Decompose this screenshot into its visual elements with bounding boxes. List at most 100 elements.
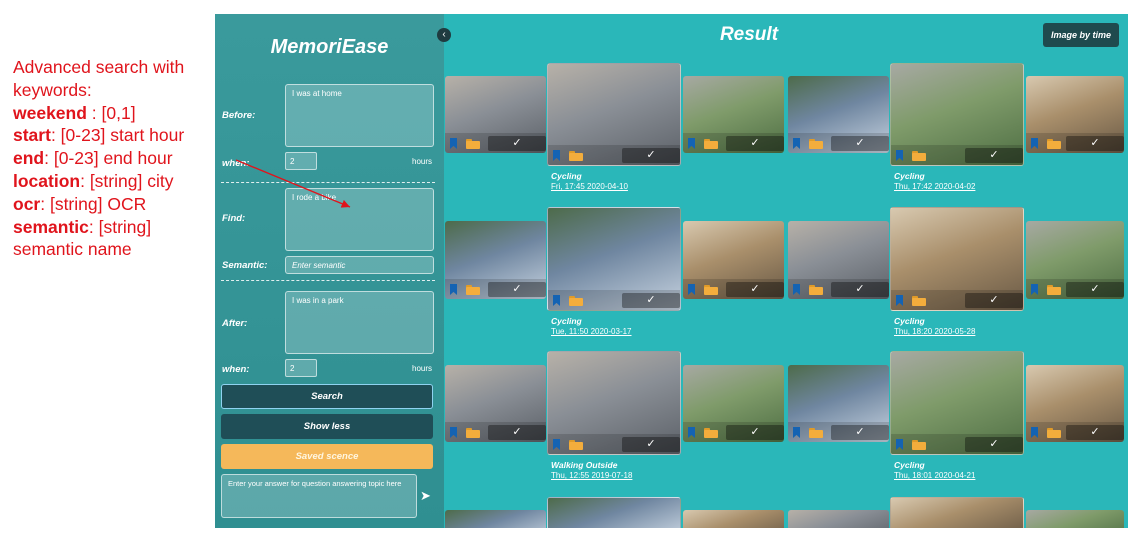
result-image[interactable]: ✓ xyxy=(1026,221,1124,299)
annotation-text: Advanced search with keywords: weekend :… xyxy=(13,56,213,261)
event-date-link[interactable]: Fri, 17:45 2020-04-10 xyxy=(551,182,628,191)
bookmark-icon[interactable] xyxy=(553,439,560,450)
chevron-left-icon[interactable]: ‹ xyxy=(437,28,451,42)
bookmark-icon[interactable] xyxy=(1031,138,1038,149)
image-toolbar: ✓ xyxy=(683,422,784,442)
folder-icon[interactable] xyxy=(704,285,718,295)
show-less-button[interactable]: Show less xyxy=(221,414,433,439)
event-date-link[interactable]: Thu, 18:20 2020-05-28 xyxy=(894,327,975,336)
result-image[interactable]: ✓ xyxy=(547,63,681,166)
result-image[interactable]: ✓ xyxy=(547,351,681,455)
check-icon[interactable]: ✓ xyxy=(965,148,1023,163)
bookmark-icon[interactable] xyxy=(450,427,457,438)
bookmark-icon[interactable] xyxy=(793,427,800,438)
folder-icon[interactable] xyxy=(912,296,926,306)
semantic-input[interactable]: Enter semantic xyxy=(285,256,434,274)
qa-answer-input[interactable]: Enter your answer for question answering… xyxy=(221,474,417,518)
bookmark-icon[interactable] xyxy=(896,150,903,161)
bookmark-icon[interactable] xyxy=(688,427,695,438)
check-icon[interactable]: ✓ xyxy=(1066,425,1124,440)
before-input[interactable]: I was at home xyxy=(285,84,434,147)
bookmark-icon[interactable] xyxy=(688,138,695,149)
result-image[interactable]: ✓ xyxy=(890,351,1024,455)
event-date-link[interactable]: Thu, 17:42 2020-04-02 xyxy=(894,182,975,191)
result-image[interactable]: ✓ xyxy=(1026,365,1124,442)
folder-icon[interactable] xyxy=(1047,285,1061,295)
result-image[interactable] xyxy=(1026,510,1124,528)
find-input[interactable]: I rode a bike xyxy=(285,188,434,251)
result-image[interactable] xyxy=(890,497,1024,528)
result-image[interactable]: ✓ xyxy=(445,365,546,442)
folder-icon[interactable] xyxy=(466,139,480,149)
check-icon[interactable]: ✓ xyxy=(1066,136,1124,151)
check-icon[interactable]: ✓ xyxy=(488,425,546,440)
bookmark-icon[interactable] xyxy=(1031,427,1038,438)
event-date-link[interactable]: Thu, 12:55 2019-07-18 xyxy=(551,471,632,480)
folder-icon[interactable] xyxy=(704,428,718,438)
check-icon[interactable]: ✓ xyxy=(726,425,784,440)
result-image[interactable]: ✓ xyxy=(445,221,546,299)
bookmark-icon[interactable] xyxy=(1031,284,1038,295)
result-image[interactable]: ✓ xyxy=(445,76,546,153)
check-icon[interactable]: ✓ xyxy=(965,293,1023,308)
check-icon[interactable]: ✓ xyxy=(622,293,680,308)
result-image[interactable]: ✓ xyxy=(683,76,784,153)
check-icon[interactable]: ✓ xyxy=(726,282,784,297)
search-button[interactable]: Search xyxy=(221,384,433,409)
bookmark-icon[interactable] xyxy=(450,138,457,149)
result-image[interactable] xyxy=(788,510,889,528)
after-input[interactable]: I was in a park xyxy=(285,291,434,354)
event-date-link[interactable]: Tue, 11:50 2020-03-17 xyxy=(551,327,632,336)
bookmark-icon[interactable] xyxy=(450,284,457,295)
bookmark-icon[interactable] xyxy=(793,284,800,295)
result-image[interactable]: ✓ xyxy=(788,221,889,299)
folder-icon[interactable] xyxy=(809,285,823,295)
check-icon[interactable]: ✓ xyxy=(831,425,889,440)
before-when-input[interactable]: 2 xyxy=(285,152,317,170)
result-image[interactable]: ✓ xyxy=(890,207,1024,311)
bookmark-icon[interactable] xyxy=(793,138,800,149)
result-image[interactable]: ✓ xyxy=(683,365,784,442)
result-image[interactable] xyxy=(683,510,784,528)
folder-icon[interactable] xyxy=(912,440,926,450)
folder-icon[interactable] xyxy=(912,151,926,161)
after-when-input[interactable]: 2 xyxy=(285,359,317,377)
result-image[interactable] xyxy=(445,510,546,528)
check-icon[interactable]: ✓ xyxy=(726,136,784,151)
send-icon[interactable]: ➤ xyxy=(420,488,431,504)
check-icon[interactable]: ✓ xyxy=(1066,282,1124,297)
folder-icon[interactable] xyxy=(569,151,583,161)
result-image[interactable]: ✓ xyxy=(788,76,889,153)
folder-icon[interactable] xyxy=(809,139,823,149)
folder-icon[interactable] xyxy=(1047,428,1061,438)
bookmark-icon[interactable] xyxy=(896,295,903,306)
result-image[interactable]: ✓ xyxy=(547,207,681,311)
image-toolbar: ✓ xyxy=(1026,279,1124,299)
check-icon[interactable]: ✓ xyxy=(622,437,680,452)
result-image[interactable]: ✓ xyxy=(890,63,1024,166)
result-image[interactable]: ✓ xyxy=(788,365,889,442)
folder-icon[interactable] xyxy=(569,440,583,450)
image-by-time-button[interactable]: Image by time xyxy=(1043,23,1119,47)
check-icon[interactable]: ✓ xyxy=(488,282,546,297)
saved-scene-button[interactable]: Saved scence xyxy=(221,444,433,469)
check-icon[interactable]: ✓ xyxy=(965,437,1023,452)
folder-icon[interactable] xyxy=(466,428,480,438)
event-date-link[interactable]: Thu, 18:01 2020-04-21 xyxy=(894,471,975,480)
result-image[interactable]: ✓ xyxy=(683,221,784,299)
check-icon[interactable]: ✓ xyxy=(831,282,889,297)
folder-icon[interactable] xyxy=(1047,139,1061,149)
folder-icon[interactable] xyxy=(704,139,718,149)
check-icon[interactable]: ✓ xyxy=(831,136,889,151)
result-image[interactable] xyxy=(547,497,681,528)
check-icon[interactable]: ✓ xyxy=(622,148,680,163)
check-icon[interactable]: ✓ xyxy=(488,136,546,151)
folder-icon[interactable] xyxy=(466,285,480,295)
bookmark-icon[interactable] xyxy=(553,150,560,161)
bookmark-icon[interactable] xyxy=(896,439,903,450)
bookmark-icon[interactable] xyxy=(553,295,560,306)
bookmark-icon[interactable] xyxy=(688,284,695,295)
result-image[interactable]: ✓ xyxy=(1026,76,1124,153)
folder-icon[interactable] xyxy=(809,428,823,438)
folder-icon[interactable] xyxy=(569,296,583,306)
